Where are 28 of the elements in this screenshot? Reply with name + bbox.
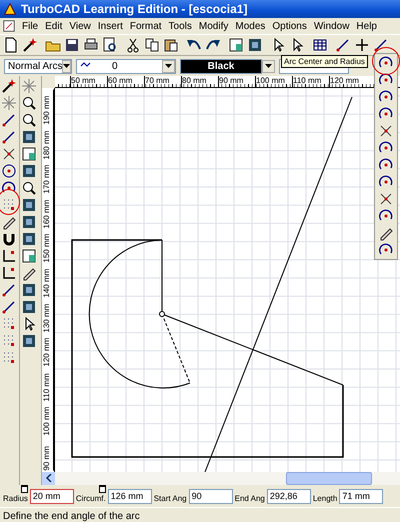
status-text: Define the end angle of the arc [0,507,400,522]
ruler-label: 100 mm [42,401,54,436]
ruler-label: 170 mm [42,159,54,194]
ruler-label: 110 mm [42,366,54,402]
ruler-label: 110 mm [292,76,329,87]
ruler-label: 100 mm [255,76,292,87]
ruler-label: 140 mm [42,262,54,298]
ruler-label: 80 mm [181,76,218,87]
ruler-label: 120 mm [42,332,54,367]
ruler-label: 70 mm [144,76,181,87]
field-label: Circumf. [76,490,106,502]
layer-name: 0 [112,60,118,72]
field-label: Length [312,492,338,502]
ruler-label: 90 mm [218,76,255,87]
field-label: Radius [3,490,28,502]
ruler-label: 50 mm [70,76,107,87]
ruler-label: 180 mm [42,124,54,160]
ruler-label: 160 mm [42,194,54,228]
ruler-label: 130 mm [42,298,54,332]
ruler-label: 150 mm [42,228,54,263]
ruler-label: 120 mm [329,76,366,87]
field-label: Start Ang [154,492,187,502]
window-title: TurboCAD Learning Edition - [escocia1] [21,2,248,16]
ruler-label: 60 mm [107,76,144,87]
ruler-label: 90 mm [42,436,54,471]
tooltip: Arc Center and Radius [281,55,368,68]
field-label: End Ang [234,492,265,502]
ruler-label: 190 mm [42,90,54,125]
